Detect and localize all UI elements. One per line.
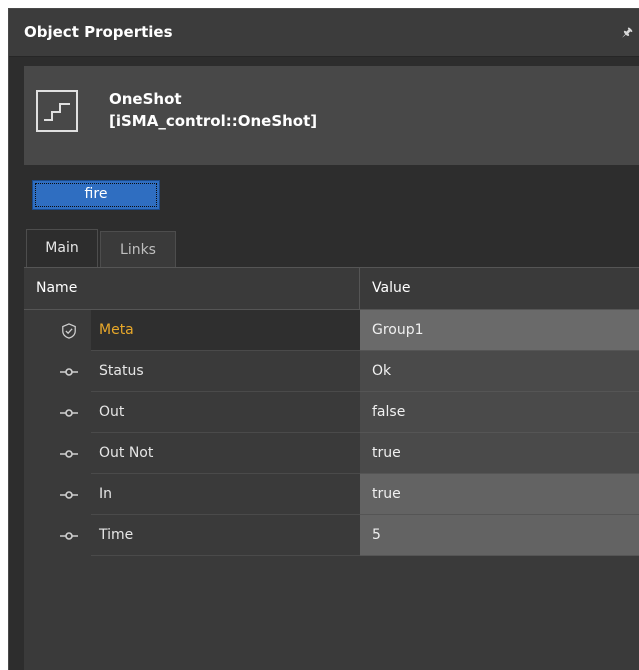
oneshot-pulse-icon [36,90,78,132]
property-row-in[interactable]: In true [24,474,639,515]
property-value[interactable]: false [360,392,639,433]
column-header-name[interactable]: Name [24,268,360,310]
property-value[interactable]: Group1 [360,310,639,351]
property-name: In [91,474,360,515]
property-value[interactable]: Ok [360,351,639,392]
property-name: Meta [91,310,360,351]
object-header: OneShot [iSMA_control::OneShot] [24,66,639,165]
pin-icon[interactable]: 🖈 [622,23,633,44]
panel-titlebar: Object Properties 🖈 [9,9,639,57]
object-type: [iSMA_control::OneShot] [109,112,318,130]
property-value[interactable]: true [360,474,639,515]
tab-main[interactable]: Main [26,229,98,267]
slot-icon [60,409,78,417]
property-name: Status [91,351,360,392]
tab-links[interactable]: Links [100,231,176,267]
property-name: Out [91,392,360,433]
property-row-out-not[interactable]: Out Not true [24,433,639,474]
column-header-value[interactable]: Value [360,268,639,310]
property-grid: Name Value Meta Group1 Status Ok Out fal… [24,267,639,670]
property-name: Time [91,515,360,556]
shield-check-icon [62,323,76,339]
property-row-status[interactable]: Status Ok [24,351,639,392]
property-value[interactable]: 5 [360,515,639,556]
property-row-time[interactable]: Time 5 [24,515,639,556]
slot-icon [60,368,78,376]
panel-title: Object Properties [24,23,173,41]
property-value[interactable]: true [360,433,639,474]
object-properties-panel: Object Properties 🖈 OneShot [iSMA_contro… [8,8,639,670]
property-row-out[interactable]: Out false [24,392,639,433]
slot-icon [60,450,78,458]
fire-button[interactable]: fire [32,180,160,210]
property-row-meta[interactable]: Meta Group1 [24,310,639,351]
property-name: Out Not [91,433,360,474]
slot-icon [60,491,78,499]
slot-icon [60,532,78,540]
object-name: OneShot [109,90,182,108]
